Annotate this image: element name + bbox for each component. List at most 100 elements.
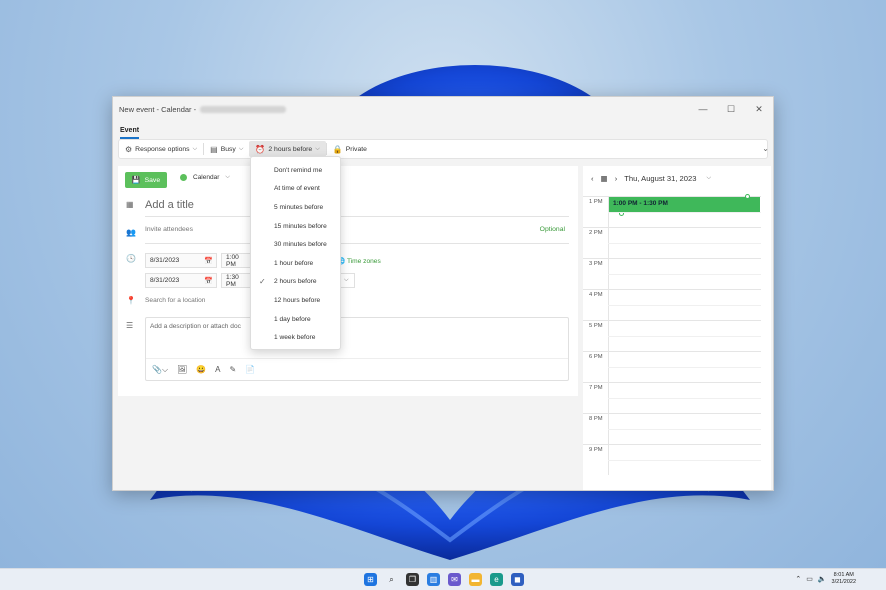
lock-icon: 🔒 [332, 144, 343, 154]
description-icon: ☰ [126, 321, 134, 330]
tab-event[interactable]: Event [120, 127, 140, 139]
reminder-label: 2 hours before [268, 145, 313, 153]
resize-handle[interactable] [745, 194, 750, 199]
document-icon[interactable]: 📄 [245, 365, 255, 374]
hour-row[interactable]: 1 PM 1:00 PM - 1:30 PM [583, 194, 761, 227]
title-icon: ▦ [126, 200, 134, 209]
reminder-option[interactable]: 1 day before [251, 310, 340, 329]
volume-icon[interactable]: 🔈 [818, 575, 827, 583]
end-time-value: 1:30 PM [226, 273, 239, 288]
hour-row[interactable]: 5 PM [583, 320, 761, 351]
private-label: Private [345, 145, 367, 153]
event-block[interactable]: 1:00 PM - 1:30 PM [609, 194, 760, 216]
chevron-down-icon: ⌵ [225, 174, 230, 180]
chat-icon[interactable]: ✉ [448, 573, 461, 586]
previous-day-icon[interactable]: ‹ [591, 174, 594, 183]
busy-button[interactable]: ▤ Busy ⌵ [204, 141, 249, 157]
search-icon[interactable]: ⌕ [385, 573, 398, 586]
pen-icon[interactable]: ✎ [230, 365, 237, 374]
chevron-down-icon: ⌵ [706, 174, 712, 181]
start-icon[interactable]: ⊞ [364, 573, 377, 586]
response-options-button[interactable]: ⚙ Response options ⌵ [119, 141, 203, 157]
hour-row[interactable]: 9 PM [583, 444, 761, 475]
format-toolbar: 📎⌵ 🖼 😀 A ✎ 📄 [146, 358, 568, 380]
minimize-button[interactable]: — [689, 104, 717, 115]
attach-icon[interactable]: 📎⌵ [152, 365, 168, 375]
invite-attendees-input[interactable]: Invite attendees Optional [145, 226, 569, 244]
invite-placeholder: Invite attendees [145, 226, 193, 233]
clock[interactable]: 8:01 AM 3/21/2022 [832, 572, 856, 586]
task-view-icon[interactable]: ❐ [406, 573, 419, 586]
next-day-icon[interactable]: › [615, 174, 618, 183]
hour-row[interactable]: 2 PM [583, 227, 761, 258]
file-explorer-icon[interactable]: ▬ [469, 573, 482, 586]
option-label: At time of event [274, 185, 320, 193]
end-time-field[interactable]: 1:30 PM [221, 273, 251, 288]
start-time-field[interactable]: 1:00 PM [221, 253, 251, 268]
system-tray: ⌃ ▭ 🔈 8:01 AM 3/21/2022 [795, 572, 856, 586]
option-label: 5 minutes before [274, 203, 324, 211]
date-heading[interactable]: Thu, August 31, 2023 [624, 174, 696, 183]
reminder-option[interactable]: 15 minutes before [251, 217, 340, 236]
start-date-field[interactable]: 8/31/2023 📅 [145, 253, 217, 268]
hour-row[interactable]: 3 PM [583, 258, 761, 289]
widgets-icon[interactable]: ▥ [427, 573, 440, 586]
clock-time: 8:01 AM [833, 572, 854, 578]
option-label: 30 minutes before [274, 241, 327, 249]
start-time-value: 1:00 PM [226, 253, 239, 268]
reminder-option[interactable]: 30 minutes before [251, 235, 340, 254]
description-placeholder: Add a description or attach doc [150, 323, 241, 330]
chevron-up-icon[interactable]: ⌃ [795, 575, 801, 583]
private-button[interactable]: 🔒 Private [327, 141, 373, 157]
time-zones-link[interactable]: 🌐 Time zones [337, 257, 381, 265]
hour-label: 8 PM [589, 416, 603, 422]
hour-label: 3 PM [589, 261, 603, 267]
reminder-option[interactable]: 12 hours before [251, 291, 340, 310]
ribbon-toolbar: ⚙ Response options ⌵ ▤ Busy ⌵ ⏰ 2 hours … [118, 139, 769, 159]
hour-row[interactable]: 7 PM [583, 382, 761, 413]
collapse-ribbon-icon[interactable]: ⌄ [762, 144, 769, 153]
calendar-selector[interactable]: Calendar ⌵ [180, 174, 230, 181]
reminder-button[interactable]: ⏰ 2 hours before ⌵ [249, 141, 326, 157]
reminder-option[interactable]: At time of event [251, 180, 340, 199]
image-icon[interactable]: 🖼 [177, 365, 187, 374]
optional-label: Optional [539, 226, 565, 233]
clock-icon: 🕓 [126, 254, 136, 263]
reminder-option-selected[interactable]: ✓ 2 hours before [251, 273, 340, 292]
option-label: 1 day before [274, 315, 311, 323]
resize-handle[interactable] [619, 211, 624, 216]
hour-label: 2 PM [589, 230, 603, 236]
save-button[interactable]: 💾 Save [125, 172, 167, 188]
taskbar: ⊞ ⌕ ❐ ▥ ✉ ▬ e ◼ ⌃ ▭ 🔈 8:01 AM 3/21/2022 [0, 568, 886, 590]
description-editor[interactable]: Add a description or attach doc 📎⌵ 🖼 😀 A… [145, 317, 569, 381]
hour-row[interactable]: 6 PM [583, 351, 761, 382]
reminder-option[interactable]: 5 minutes before [251, 198, 340, 217]
reminder-option[interactable]: Don't remind me [251, 161, 340, 180]
option-label: 2 hours before [274, 278, 317, 286]
option-label: 1 hour before [274, 259, 314, 267]
start-date-value: 8/31/2023 [150, 257, 180, 264]
event-form: 💾 Save Calendar ⌵ ▦ Add a title 👥 Invite… [118, 166, 578, 396]
close-button[interactable]: ✕ [745, 104, 773, 115]
hour-row[interactable]: 8 PM [583, 413, 761, 444]
hour-label: 1 PM [589, 199, 603, 205]
end-date-field[interactable]: 8/31/2023 📅 [145, 273, 217, 288]
network-icon[interactable]: ▭ [806, 575, 813, 583]
hour-grid: 1 PM 1:00 PM - 1:30 PM 2 PM 3 PM 4 PM 5 … [583, 194, 761, 475]
hour-row[interactable]: 4 PM [583, 289, 761, 320]
maximize-button[interactable]: ☐ [717, 104, 745, 115]
edge-icon[interactable]: e [490, 573, 503, 586]
location-input[interactable]: Search for a location [145, 297, 205, 304]
today-icon[interactable]: ▦ [601, 174, 608, 183]
blurred-email [200, 105, 287, 113]
reminder-option[interactable]: 1 week before [251, 328, 340, 347]
store-icon[interactable]: ◼ [511, 573, 524, 586]
emoji-icon[interactable]: 😀 [196, 365, 206, 374]
calendar-icon: 📅 [204, 277, 213, 285]
title-input[interactable]: Add a title [145, 199, 569, 217]
calendar-icon: 📅 [204, 257, 213, 265]
format-icon[interactable]: A [215, 365, 220, 374]
save-label: Save [144, 176, 161, 184]
reminder-option[interactable]: 1 hour before [251, 254, 340, 273]
tab-row: Event [113, 121, 773, 139]
